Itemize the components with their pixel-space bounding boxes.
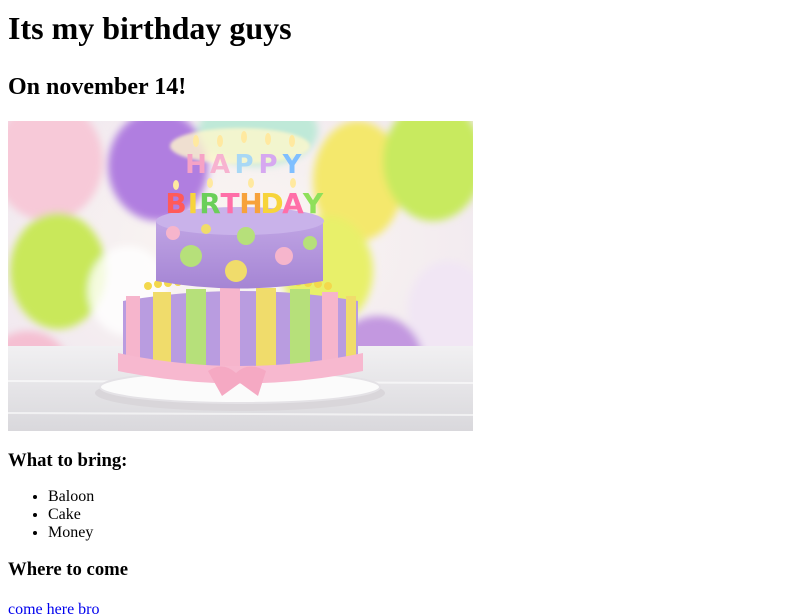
svg-text:A: A — [282, 187, 304, 220]
svg-text:D: D — [260, 187, 283, 220]
list-item: Cake — [48, 506, 798, 524]
birthday-cake-image: H A P P Y B I R T H D A Y — [8, 121, 473, 431]
list-item: Money — [48, 524, 798, 542]
bring-list: Baloon Cake Money — [8, 488, 798, 542]
svg-text:R: R — [199, 187, 221, 220]
page: Its my birthday guys On november 14! H A… — [0, 10, 806, 615]
svg-text:P: P — [234, 150, 253, 180]
svg-text:B: B — [165, 187, 186, 220]
svg-text:H: H — [239, 187, 262, 220]
bring-heading: What to bring: — [8, 450, 128, 471]
svg-text:I: I — [188, 187, 198, 220]
svg-text:T: T — [220, 187, 239, 220]
page-subtitle: On november 14! — [8, 74, 187, 100]
list-item: Baloon — [48, 488, 798, 506]
svg-text:P: P — [258, 150, 277, 180]
svg-text:Y: Y — [282, 150, 303, 180]
svg-text:A: A — [210, 150, 230, 180]
where-heading: Where to come — [8, 559, 129, 580]
where-paragraph: come here bro — [8, 601, 798, 615]
location-link[interactable]: come here bro — [8, 601, 100, 615]
page-title: Its my birthday guys — [8, 10, 292, 46]
svg-text:H: H — [185, 150, 207, 180]
svg-text:Y: Y — [302, 187, 324, 220]
